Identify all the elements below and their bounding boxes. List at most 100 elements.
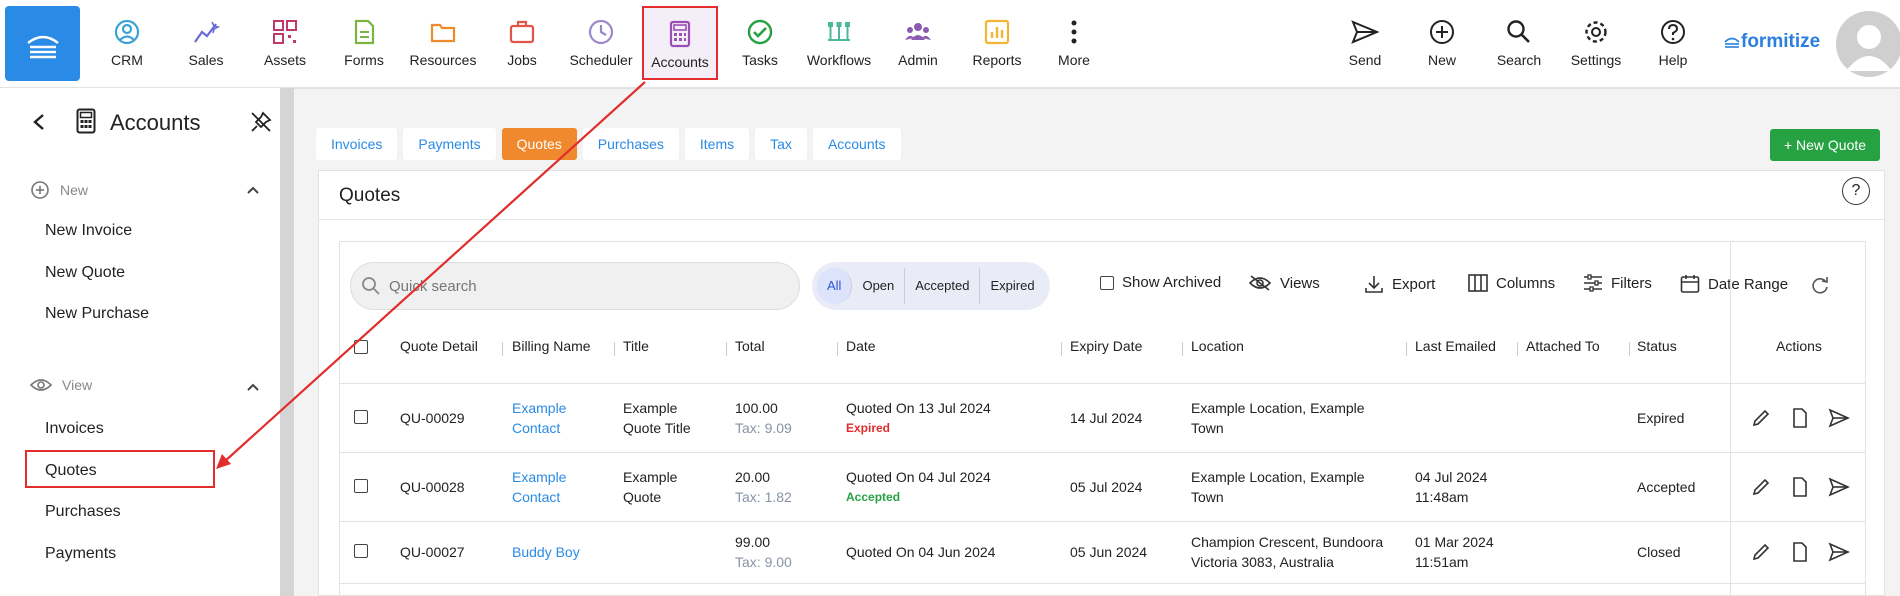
th-status[interactable]: Status <box>1637 338 1677 354</box>
search-icon <box>1507 20 1530 43</box>
sidebar-item-purchases[interactable]: Purchases <box>45 503 121 521</box>
nav-scheduler[interactable]: Scheduler <box>562 14 640 74</box>
th-attached-to[interactable]: Attached To <box>1526 338 1600 354</box>
th-last-emailed[interactable]: Last Emailed <box>1415 338 1496 354</box>
nav-reports[interactable]: Reports <box>958 14 1036 74</box>
export-button[interactable]: Export <box>1364 274 1435 294</box>
eye-icon <box>30 379 52 391</box>
sidebar-scrollbar[interactable] <box>280 88 294 596</box>
edit-icon[interactable] <box>1750 541 1772 563</box>
th-title[interactable]: Title <box>623 338 649 354</box>
nav-assets[interactable]: Assets <box>246 14 324 74</box>
avatar[interactable] <box>1836 11 1900 77</box>
help-icon[interactable]: ? <box>1842 177 1870 205</box>
cell-status: Accepted <box>1637 479 1696 495</box>
filter-accepted[interactable]: Accepted <box>905 268 981 304</box>
search-input[interactable] <box>389 275 769 297</box>
cell-location: Town <box>1191 420 1224 436</box>
nav-crm-label: CRM <box>111 52 143 68</box>
sidebar-item-new-quote[interactable]: New Quote <box>45 264 125 282</box>
unpin-icon[interactable] <box>250 111 272 133</box>
sidebar-item-invoices[interactable]: Invoices <box>45 420 104 438</box>
nav-new[interactable]: New <box>1403 14 1481 74</box>
tab-quotes[interactable]: Quotes <box>501 128 577 160</box>
show-archived-checkbox[interactable] <box>1100 275 1114 290</box>
filter-expired[interactable]: Expired <box>980 268 1044 304</box>
th-total[interactable]: Total <box>735 338 765 354</box>
chevron-up-icon[interactable] <box>246 382 260 392</box>
sidebar-item-new-purchase[interactable]: New Purchase <box>45 305 149 323</box>
send-icon[interactable] <box>1828 407 1850 429</box>
tab-accounts[interactable]: Accounts <box>812 128 901 160</box>
home-button[interactable] <box>5 6 80 81</box>
nav-resources[interactable]: Resources <box>404 14 482 74</box>
nav-accounts[interactable]: Accounts <box>642 6 718 80</box>
show-archived-toggle[interactable]: Show Archived <box>1100 274 1221 291</box>
nav-sales[interactable]: Sales <box>167 14 245 74</box>
th-separator <box>502 342 503 356</box>
tab-payments[interactable]: Payments <box>403 128 496 160</box>
sidebar-section-view[interactable]: View <box>30 377 92 393</box>
nav-workflows[interactable]: Workflows <box>800 14 878 74</box>
cell-billing-name[interactable]: Example <box>512 467 566 487</box>
sidebar-item-payments[interactable]: Payments <box>45 545 116 563</box>
th-quote-detail[interactable]: Quote Detail <box>400 338 478 354</box>
row-divider <box>340 583 1865 584</box>
nav-crm[interactable]: CRM <box>88 14 166 74</box>
document-icon[interactable] <box>1789 541 1811 563</box>
th-location[interactable]: Location <box>1191 338 1244 354</box>
select-all-checkbox[interactable] <box>354 340 368 354</box>
tab-tax[interactable]: Tax <box>755 128 807 160</box>
nav-more[interactable]: More <box>1035 14 1113 74</box>
send-icon[interactable] <box>1828 476 1850 498</box>
chevron-up-icon[interactable] <box>246 185 260 195</box>
quick-search[interactable] <box>350 262 800 310</box>
nav-tasks[interactable]: Tasks <box>721 14 799 74</box>
th-separator <box>1517 342 1518 356</box>
refresh-icon[interactable] <box>1810 275 1830 295</box>
edit-icon[interactable] <box>1750 476 1772 498</box>
row-checkbox[interactable] <box>354 479 368 493</box>
document-icon[interactable] <box>1789 476 1811 498</box>
tab-items[interactable]: Items <box>684 128 750 160</box>
cell-billing-name[interactable]: Buddy Boy <box>512 542 580 562</box>
send-icon[interactable] <box>1828 541 1850 563</box>
th-billing-name[interactable]: Billing Name <box>512 338 591 354</box>
nav-settings[interactable]: Settings <box>1557 14 1635 74</box>
cell-billing-name[interactable]: Contact <box>512 487 560 507</box>
back-arrow-icon[interactable] <box>32 113 46 131</box>
nav-search[interactable]: Search <box>1480 14 1558 74</box>
date-range-button[interactable]: Date Range <box>1680 274 1788 294</box>
jobs-icon <box>509 20 535 44</box>
sidebar-section-view-label: View <box>62 377 93 393</box>
row-checkbox[interactable] <box>354 410 368 424</box>
cell-billing-name[interactable]: Example <box>512 398 566 418</box>
actions-column-divider <box>1730 242 1731 596</box>
columns-label: Columns <box>1496 274 1556 292</box>
th-separator <box>837 342 838 356</box>
filter-all[interactable]: All <box>817 268 853 304</box>
tab-invoices[interactable]: Invoices <box>316 128 398 160</box>
cell-date: Quoted On 04 Jun 2024 <box>846 544 996 560</box>
resources-icon <box>430 23 456 43</box>
nav-admin[interactable]: Admin <box>879 14 957 74</box>
sidebar-item-new-invoice[interactable]: New Invoice <box>45 222 132 240</box>
nav-help[interactable]: Help <box>1634 14 1712 74</box>
new-quote-button[interactable]: + New Quote <box>1770 129 1880 161</box>
document-icon[interactable] <box>1789 407 1811 429</box>
th-date[interactable]: Date <box>846 338 876 354</box>
nav-forms[interactable]: Forms <box>325 14 403 74</box>
filter-open[interactable]: Open <box>852 268 906 304</box>
th-expiry-date[interactable]: Expiry Date <box>1070 338 1142 354</box>
views-button[interactable]: Views <box>1248 274 1320 292</box>
cell-billing-name[interactable]: Contact <box>512 418 560 438</box>
sales-icon <box>194 21 220 43</box>
nav-jobs[interactable]: Jobs <box>483 14 561 74</box>
edit-icon[interactable] <box>1750 407 1772 429</box>
sidebar-section-new[interactable]: New <box>30 180 88 200</box>
tab-purchases[interactable]: Purchases <box>582 128 679 160</box>
nav-send[interactable]: Send <box>1326 14 1404 74</box>
filters-button[interactable]: Filters <box>1583 274 1652 292</box>
columns-button[interactable]: Columns <box>1468 274 1555 292</box>
row-checkbox[interactable] <box>354 544 368 558</box>
